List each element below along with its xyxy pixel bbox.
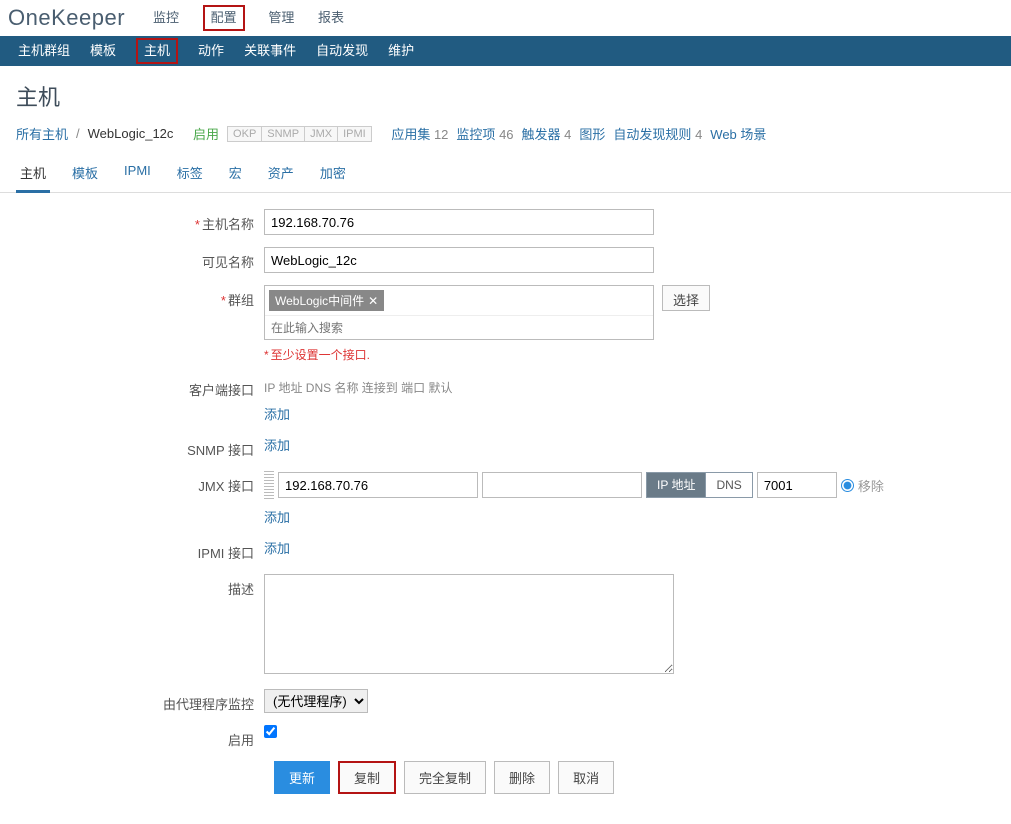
label-groups: *群组 — [16, 285, 264, 309]
description-textarea[interactable] — [264, 574, 674, 674]
iface-headers: IP 地址 DNS 名称 连接到 端口 默认 — [264, 375, 964, 404]
label-snmp-iface: SNMP 接口 — [16, 435, 264, 459]
label-enable: 启用 — [16, 725, 264, 749]
tabrow: 主机 模板 IPMI 标签 宏 资产 加密 — [0, 155, 1011, 193]
subnav-host[interactable]: 主机 — [136, 38, 178, 64]
crumb-sep: / — [76, 126, 80, 141]
subnav-hostgroup[interactable]: 主机群组 — [18, 38, 70, 64]
crumb-items[interactable]: 监控项 46 — [456, 124, 513, 143]
groups-box: WebLogic中间件✕ — [264, 285, 654, 340]
jmx-connect-toggle: IP 地址 DNS — [646, 472, 753, 498]
client-iface-add[interactable]: 添加 — [264, 407, 290, 422]
tag-snmp: SNMP — [262, 126, 305, 142]
jmx-remove[interactable]: 移除 — [858, 476, 884, 495]
crumb-host: WebLogic_12c — [88, 126, 174, 141]
iface-note: *至少设置一个接口. — [264, 346, 964, 363]
jmx-port-input[interactable] — [757, 472, 837, 498]
subnav-template[interactable]: 模板 — [90, 38, 116, 64]
jmx-iface-add[interactable]: 添加 — [264, 510, 290, 525]
label-visible: 可见名称 — [16, 247, 264, 271]
topnav: 监控 配置 管理 报表 — [143, 1, 354, 35]
tag-ipmi: IPMI — [338, 126, 372, 142]
label-hostname: *主机名称 — [16, 209, 264, 233]
groups-search-input[interactable] — [265, 315, 653, 339]
topbar: OneKeeper 监控 配置 管理 报表 — [0, 0, 1011, 36]
jmx-dns-input[interactable] — [482, 472, 642, 498]
subnav-action[interactable]: 动作 — [198, 38, 224, 64]
topnav-report[interactable]: 报表 — [318, 1, 344, 35]
proxy-select[interactable]: (无代理程序) — [264, 689, 368, 713]
crumb-apps[interactable]: 应用集 12 — [391, 124, 448, 143]
brand-logo: OneKeeper — [8, 5, 125, 31]
enable-checkbox[interactable] — [264, 725, 277, 738]
hostname-input[interactable] — [264, 209, 654, 235]
breadcrumb: 所有主机 / WebLogic_12c 启用 OKP SNMP JMX IPMI… — [0, 118, 1011, 149]
seg-dns[interactable]: DNS — [706, 472, 752, 498]
remove-chip-icon[interactable]: ✕ — [368, 294, 378, 308]
seg-ip[interactable]: IP 地址 — [646, 472, 706, 498]
update-button[interactable]: 更新 — [274, 761, 330, 794]
delete-button[interactable]: 删除 — [494, 761, 550, 794]
button-row: 更新 复制 完全复制 删除 取消 — [274, 761, 995, 794]
tab-asset[interactable]: 资产 — [264, 155, 298, 192]
tab-ipmi[interactable]: IPMI — [120, 155, 155, 192]
page-title: 主机 — [0, 66, 1011, 118]
cancel-button[interactable]: 取消 — [558, 761, 614, 794]
subbar: 主机群组 模板 主机 动作 关联事件 自动发现 维护 — [0, 36, 1011, 66]
crumb-all-hosts[interactable]: 所有主机 — [16, 124, 68, 143]
host-form: *主机名称 可见名称 *群组 WebLogic中间件✕ 选择 *至少设置一个接口… — [0, 193, 1011, 824]
label-desc: 描述 — [16, 574, 264, 598]
subnav-event[interactable]: 关联事件 — [244, 38, 296, 64]
group-chip[interactable]: WebLogic中间件✕ — [269, 290, 384, 311]
tab-host[interactable]: 主机 — [16, 155, 50, 193]
jmx-default-radio[interactable] — [841, 479, 854, 492]
topnav-manage[interactable]: 管理 — [268, 1, 294, 35]
subnav-discovery[interactable]: 自动发现 — [316, 38, 368, 64]
crumb-triggers[interactable]: 触发器 4 — [522, 124, 572, 143]
tab-tag[interactable]: 标签 — [173, 155, 207, 192]
tab-encrypt[interactable]: 加密 — [316, 155, 350, 192]
drag-handle-icon[interactable] — [264, 471, 274, 499]
crumb-web[interactable]: Web 场景 — [710, 124, 766, 143]
snmp-iface-add[interactable]: 添加 — [264, 438, 290, 453]
groups-select-button[interactable]: 选择 — [662, 285, 710, 311]
topnav-monitor[interactable]: 监控 — [153, 1, 179, 35]
tag-jmx: JMX — [305, 126, 338, 142]
tab-macro[interactable]: 宏 — [225, 155, 246, 192]
topnav-config[interactable]: 配置 — [203, 5, 245, 31]
clone-button[interactable]: 复制 — [338, 761, 396, 794]
visible-name-input[interactable] — [264, 247, 654, 273]
jmx-ip-input[interactable] — [278, 472, 478, 498]
ipmi-iface-add[interactable]: 添加 — [264, 541, 290, 556]
label-proxy: 由代理程序监控 — [16, 689, 264, 713]
tag-okp: OKP — [227, 126, 262, 142]
label-client-iface: 客户端接口 — [16, 375, 264, 399]
crumb-disc[interactable]: 自动发现规则 4 — [613, 124, 702, 143]
subnav-maintain[interactable]: 维护 — [388, 38, 414, 64]
full-clone-button[interactable]: 完全复制 — [404, 761, 486, 794]
label-jmx-iface: JMX 接口 — [16, 471, 264, 495]
tab-template[interactable]: 模板 — [68, 155, 102, 192]
crumb-enabled: 启用 — [193, 124, 219, 143]
iface-tags: OKP SNMP JMX IPMI — [227, 126, 372, 142]
crumb-graphs[interactable]: 图形 — [579, 124, 605, 143]
jmx-row: IP 地址 DNS 移除 — [264, 471, 964, 499]
label-ipmi-iface: IPMI 接口 — [16, 538, 264, 562]
